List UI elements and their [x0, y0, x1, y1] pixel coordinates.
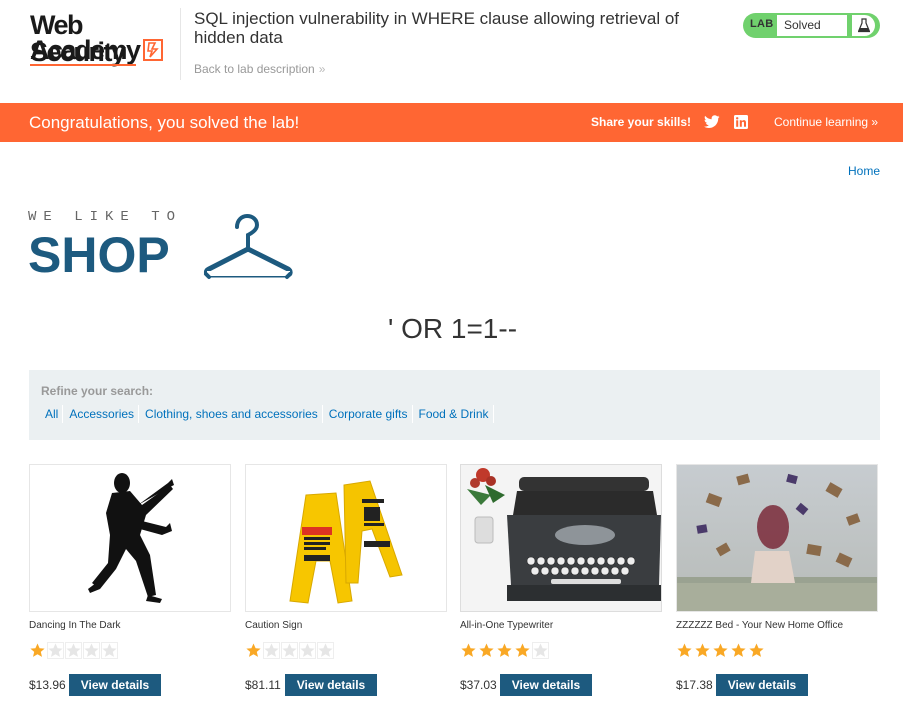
star-filled-icon [676, 642, 693, 659]
clothes-hanger-icon [204, 213, 293, 279]
star-empty-icon [47, 642, 64, 659]
star-empty-icon [532, 642, 549, 659]
product-card: Caution Sign $81.11 View details [245, 464, 447, 696]
congratulations-message: Congratulations, you solved the lab! [29, 113, 300, 132]
product-price: $81.11 [245, 678, 281, 692]
view-details-button[interactable]: View details [716, 674, 808, 696]
linkedin-icon[interactable] [734, 115, 748, 129]
star-filled-icon [694, 642, 711, 659]
view-details-button[interactable]: View details [500, 674, 592, 696]
logo-bolt-icon [143, 39, 163, 61]
product-rating [245, 642, 447, 660]
lab-tag: LAB [750, 18, 774, 30]
product-image-bed[interactable] [676, 464, 878, 612]
product-name[interactable]: All-in-One Typewriter [460, 620, 662, 634]
header-divider [180, 8, 181, 80]
category-filters: All Accessories Clothing, shoes and acce… [41, 405, 496, 423]
product-name[interactable]: ZZZZZZ Bed - Your New Home Office [676, 620, 878, 634]
share-skills-label: Share your skills! [591, 115, 692, 129]
star-filled-icon [712, 642, 729, 659]
star-filled-icon [514, 642, 531, 659]
star-empty-icon [83, 642, 100, 659]
product-rating [460, 642, 662, 660]
lab-title: SQL injection vulnerability in WHERE cla… [194, 9, 680, 47]
star-filled-icon [478, 642, 495, 659]
product-name[interactable]: Caution Sign [245, 620, 447, 634]
double-chevron-right-icon: » [318, 62, 326, 76]
logo-text-line2: Academy [30, 35, 141, 65]
star-empty-icon [281, 642, 298, 659]
search-term-heading: ' OR 1=1-- [387, 313, 518, 344]
shop-wordmark: SHOP [28, 227, 170, 283]
star-empty-icon [263, 642, 280, 659]
filter-clothing[interactable]: Clothing, shoes and accessories [141, 405, 323, 423]
star-empty-icon [101, 642, 118, 659]
star-filled-icon [748, 642, 765, 659]
logo-underline [30, 64, 136, 66]
product-image-dancing[interactable] [29, 464, 231, 612]
shop-logo: WE LIKE TO SHOP [28, 205, 298, 285]
lab-status-text: Solved [777, 15, 847, 36]
double-chevron-right-icon: » [871, 115, 879, 129]
page-header: Web Security Academy SQL injection vulne… [0, 0, 903, 103]
product-image-typewriter[interactable] [460, 464, 662, 612]
product-price: $13.96 [29, 678, 66, 692]
shop-tagline: WE LIKE TO [28, 209, 183, 225]
flask-icon [852, 15, 875, 36]
back-link-label: Back to lab description [194, 62, 315, 76]
solved-banner: Congratulations, you solved the lab! Sha… [0, 103, 903, 142]
star-filled-icon [29, 642, 46, 659]
filter-corporate-gifts[interactable]: Corporate gifts [325, 405, 413, 423]
view-details-button[interactable]: View details [285, 674, 377, 696]
product-price: $37.03 [460, 678, 497, 692]
refine-search-label: Refine your search: [41, 384, 154, 398]
filter-all[interactable]: All [41, 405, 64, 423]
product-card: ZZZZZZ Bed - Your New Home Office $17.38… [676, 464, 878, 696]
lab-status-widget: LAB Solved [743, 13, 880, 38]
filter-food-drink[interactable]: Food & Drink [415, 405, 494, 423]
product-image-caution-sign[interactable] [245, 464, 447, 612]
star-filled-icon [730, 642, 747, 659]
refine-search-panel: Refine your search: All Accessories Clot… [29, 370, 880, 440]
star-filled-icon [245, 642, 262, 659]
product-name[interactable]: Dancing In The Dark [29, 620, 231, 634]
view-details-button[interactable]: View details [69, 674, 161, 696]
nav-home-link[interactable]: Home [848, 164, 880, 178]
star-empty-icon [65, 642, 82, 659]
star-filled-icon [496, 642, 513, 659]
star-filled-icon [460, 642, 477, 659]
web-security-academy-logo[interactable]: Web Security Academy [30, 10, 180, 70]
back-to-description-link[interactable]: Back to lab description» [194, 62, 325, 76]
twitter-icon[interactable] [704, 115, 720, 129]
product-card: All-in-One Typewriter $37.03 View detail… [460, 464, 662, 696]
product-price: $17.38 [676, 678, 713, 692]
star-empty-icon [317, 642, 334, 659]
star-empty-icon [299, 642, 316, 659]
product-rating [676, 642, 878, 660]
continue-learning-label: Continue learning [774, 115, 869, 129]
product-rating [29, 642, 231, 660]
filter-accessories[interactable]: Accessories [65, 405, 140, 423]
continue-learning-link[interactable]: Continue learning » [774, 115, 878, 129]
product-card: Dancing In The Dark $13.96 View details [29, 464, 231, 696]
